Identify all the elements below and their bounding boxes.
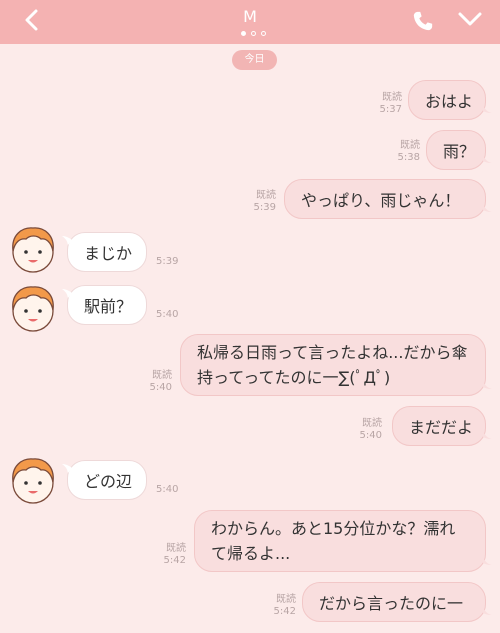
- incoming-message[interactable]: 駅前？: [67, 285, 147, 325]
- message-time: 5:40: [149, 382, 172, 393]
- bubble-tail: [62, 464, 72, 473]
- incoming-message[interactable]: まじか: [67, 232, 147, 272]
- message-text: 駅前？: [84, 297, 133, 316]
- message-text: 私帰る日雨って言ったよね...だから傘持ってってたのに一∑(ﾟДﾟ): [197, 343, 468, 387]
- message-meta: 既読 5:38: [378, 140, 420, 164]
- message-text: わからん。あと15分位かな？濡れて帰るよ...: [211, 519, 456, 563]
- phone-icon[interactable]: [412, 10, 434, 32]
- outgoing-message[interactable]: 雨？: [426, 130, 486, 170]
- message-meta: 既読 5:42: [144, 543, 186, 567]
- message-text: だから言ったのに一: [319, 594, 464, 613]
- chat-header: M: [0, 0, 500, 44]
- page-dot: [251, 31, 256, 36]
- bubble-tail: [482, 606, 492, 615]
- message-meta: 既読 5:40: [340, 418, 382, 442]
- message-text: まだだよ: [409, 418, 474, 437]
- page-dot-active: [241, 31, 246, 36]
- chevron-down-icon[interactable]: [457, 9, 483, 29]
- message-time: 5:40: [359, 430, 382, 441]
- contact-avatar[interactable]: [6, 452, 60, 506]
- bubble-tail: [482, 556, 492, 565]
- message-time: 5:39: [156, 256, 179, 267]
- message-time: 5:37: [379, 104, 402, 115]
- outgoing-message[interactable]: だから言ったのに一: [302, 582, 486, 622]
- read-receipt: 既読: [256, 190, 276, 201]
- message-time: 5:40: [156, 484, 179, 495]
- bubble-tail: [482, 380, 492, 389]
- incoming-message[interactable]: どの辺: [67, 460, 147, 500]
- outgoing-message[interactable]: おはよ: [408, 80, 486, 120]
- message-time: 5:42: [163, 555, 186, 566]
- outgoing-message[interactable]: まだだよ: [392, 406, 486, 446]
- outgoing-message[interactable]: 私帰る日雨って言ったよね...だから傘持ってってたのに一∑(ﾟДﾟ): [180, 334, 486, 396]
- message-meta: 既読 5:40: [130, 370, 172, 394]
- bubble-tail: [482, 104, 492, 113]
- message-meta: 既読 5:39: [234, 190, 276, 214]
- bubble-tail: [62, 236, 72, 245]
- read-receipt: 既読: [400, 140, 420, 151]
- bubble-tail: [62, 289, 72, 298]
- read-receipt: 既読: [166, 543, 186, 554]
- outgoing-message[interactable]: やっぱり、雨じゃん！: [284, 179, 486, 219]
- bubble-tail: [482, 154, 492, 163]
- message-text: どの辺: [84, 472, 133, 491]
- contact-avatar[interactable]: [6, 221, 60, 275]
- date-badge: 今日: [232, 50, 277, 70]
- message-text: まじか: [84, 244, 133, 263]
- message-time: 5:39: [253, 202, 276, 213]
- message-time: 5:40: [156, 309, 179, 320]
- read-receipt: 既読: [152, 370, 172, 381]
- read-receipt: 既読: [382, 92, 402, 103]
- bubble-tail: [482, 430, 492, 439]
- message-time: 5:38: [397, 152, 420, 163]
- bubble-tail: [482, 203, 492, 212]
- message-meta: 既読 5:37: [360, 92, 402, 116]
- read-receipt: 既読: [276, 594, 296, 605]
- message-text: やっぱり、雨じゃん！: [301, 191, 461, 210]
- message-meta: 既読 5:42: [254, 594, 296, 618]
- page-indicator: [241, 31, 266, 36]
- contact-avatar[interactable]: [6, 280, 60, 334]
- read-receipt: 既読: [362, 418, 382, 429]
- outgoing-message[interactable]: わからん。あと15分位かな？濡れて帰るよ...: [194, 510, 486, 572]
- page-dot: [261, 31, 266, 36]
- message-text: おはよ: [425, 92, 474, 111]
- message-time: 5:42: [273, 606, 296, 617]
- message-text: 雨？: [443, 142, 476, 161]
